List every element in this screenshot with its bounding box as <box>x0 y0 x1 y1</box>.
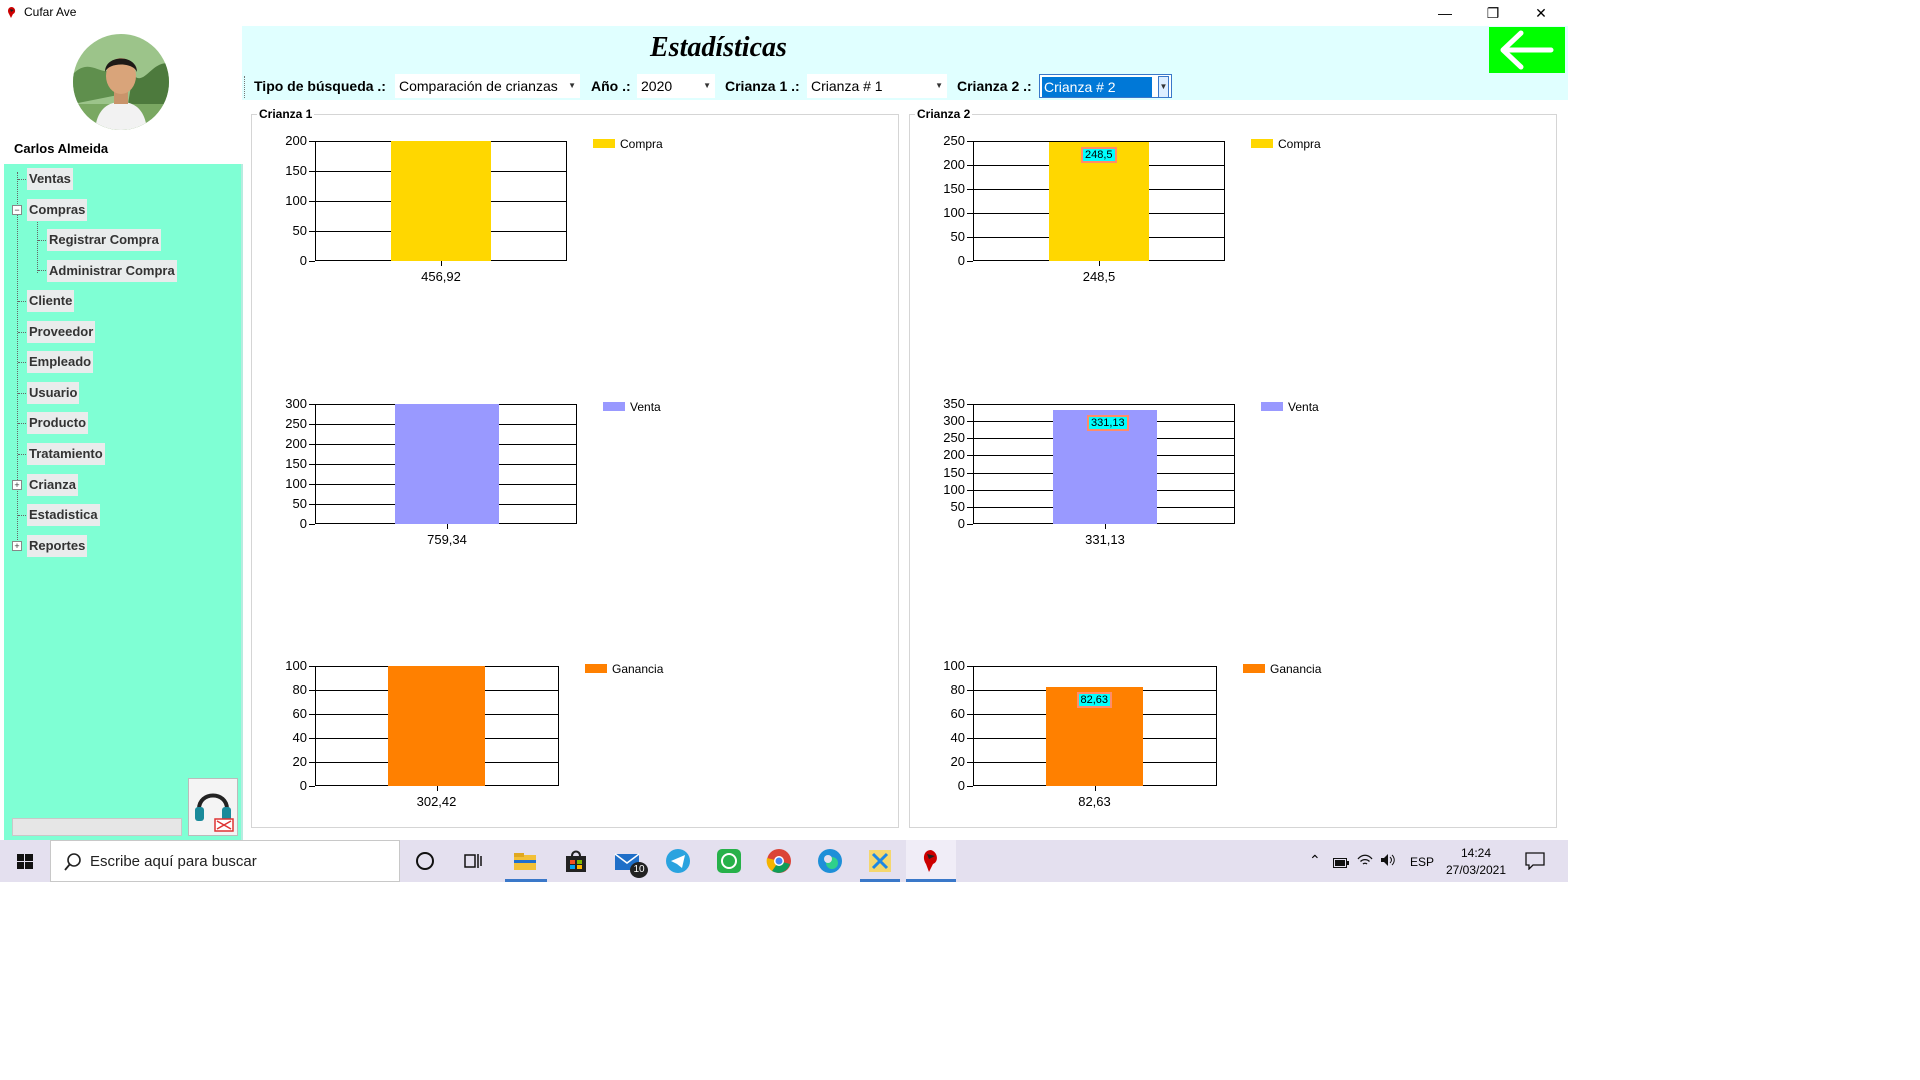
menu-item-compras[interactable]: Compras <box>27 199 88 221</box>
chevron-down-icon: ▼ <box>568 81 576 90</box>
store-icon[interactable] <box>563 848 589 874</box>
battery-icon[interactable] <box>1333 856 1349 871</box>
crianza2-select[interactable]: Crianza # 2 ▼ <box>1039 74 1172 98</box>
active-app-indicator <box>906 879 956 882</box>
active-app-indicator <box>860 879 900 882</box>
minimize-button[interactable]: — <box>1422 0 1468 26</box>
menu-item-usuario[interactable]: Usuario <box>27 382 80 404</box>
task-view-icon[interactable] <box>461 848 487 874</box>
menu-item-registrar-compra[interactable]: Registrar Compra <box>47 229 161 251</box>
windows-logo-icon <box>17 854 33 869</box>
horizontal-scrollbar[interactable] <box>12 818 182 836</box>
file-explorer-icon[interactable] <box>512 848 538 874</box>
year-select[interactable]: 2020 ▼ <box>637 74 715 98</box>
close-button[interactable]: ✕ <box>1518 0 1564 26</box>
support-button[interactable] <box>188 778 238 836</box>
crianza1-value: Crianza # 1 <box>811 78 883 94</box>
crianza1-group <box>251 114 899 828</box>
chevron-down-icon: ▼ <box>935 81 943 90</box>
edge-icon[interactable] <box>817 848 843 874</box>
expand-icon[interactable]: + <box>12 480 22 490</box>
tree-connector <box>37 219 38 273</box>
headset-icon <box>195 793 234 832</box>
crianza2-group <box>909 114 1557 828</box>
navigation-menu: Ventas − Compras Registrar Compra Admini… <box>4 164 243 840</box>
taskbar-clock[interactable]: 14:24 27/03/2021 <box>1440 845 1512 879</box>
window-title-bar: Cufar Ave — ❐ ✕ <box>0 0 1568 26</box>
page-title: Estadísticas <box>650 32 787 63</box>
search-icon <box>64 853 81 871</box>
tree-connector <box>38 240 46 241</box>
app-icon[interactable] <box>867 848 893 874</box>
tree-connector <box>18 515 26 516</box>
chevron-up-icon[interactable]: ⌃ <box>1309 852 1321 869</box>
user-name: Carlos Almeida <box>14 141 109 156</box>
collapse-icon[interactable]: − <box>12 205 22 215</box>
whatsapp-icon[interactable] <box>716 848 742 874</box>
crianza2-group-title: Crianza 2 <box>915 107 973 121</box>
window-title: Cufar Ave <box>24 5 77 19</box>
wifi-icon[interactable] <box>1357 853 1373 870</box>
tree-connector <box>17 172 18 550</box>
menu-item-cliente[interactable]: Cliente <box>27 290 75 312</box>
start-button[interactable] <box>0 840 50 882</box>
toolbar-grip <box>244 76 247 98</box>
year-value: 2020 <box>641 78 673 94</box>
cortana-icon[interactable] <box>412 848 438 874</box>
menu-item-tratamiento[interactable]: Tratamiento <box>27 443 105 465</box>
tree-connector <box>18 454 26 455</box>
tree-connector <box>18 332 26 333</box>
taskbar-search-placeholder: Escribe aquí para buscar <box>90 853 257 870</box>
volume-icon[interactable] <box>1380 853 1396 870</box>
menu-item-estadistica[interactable]: Estadistica <box>27 504 100 526</box>
mail-badge: 10 <box>630 862 648 878</box>
search-type-select[interactable]: Comparación de crianzas ▼ <box>395 74 580 98</box>
cufar-ave-icon <box>923 850 937 872</box>
active-app-indicator <box>505 879 547 882</box>
notification-icon[interactable] <box>1525 852 1545 873</box>
language-indicator[interactable]: ESP <box>1410 855 1434 869</box>
crianza1-group-title: Crianza 1 <box>257 107 315 121</box>
crianza1-select[interactable]: Crianza # 1 ▼ <box>807 74 947 98</box>
menu-item-crianza[interactable]: Crianza <box>27 474 78 496</box>
menu-item-producto[interactable]: Producto <box>27 412 89 434</box>
crianza2-label: Crianza 2 .: <box>957 78 1032 94</box>
year-label: Año .: <box>591 78 631 94</box>
tree-connector <box>18 301 26 302</box>
restore-button[interactable]: ❐ <box>1470 0 1516 26</box>
clock-time: 14:24 <box>1460 846 1492 860</box>
crianza1-label: Crianza 1 .: <box>725 78 800 94</box>
tree-connector <box>18 179 26 180</box>
user-avatar <box>73 34 169 130</box>
crianza2-value: Crianza # 2 <box>1042 77 1152 97</box>
telegram-icon[interactable] <box>665 848 691 874</box>
tree-connector <box>18 362 26 363</box>
tree-connector <box>38 270 46 271</box>
menu-item-ventas[interactable]: Ventas <box>27 168 73 190</box>
search-type-label: Tipo de búsqueda .: <box>254 78 386 94</box>
clock-date: 27/03/2021 <box>1445 863 1507 877</box>
cufar-ave-taskbar-button[interactable] <box>906 840 956 882</box>
expand-icon[interactable]: + <box>12 541 22 551</box>
arrow-left-icon <box>1500 30 1554 70</box>
back-button[interactable] <box>1489 27 1565 73</box>
menu-item-empleado[interactable]: Empleado <box>27 351 94 373</box>
menu-item-administrar-compra[interactable]: Administrar Compra <box>47 260 177 282</box>
chevron-down-icon: ▼ <box>703 81 711 90</box>
tree-connector <box>18 423 26 424</box>
app-logo-icon <box>8 7 16 18</box>
chrome-icon[interactable] <box>766 848 792 874</box>
menu-item-proveedor[interactable]: Proveedor <box>27 321 96 343</box>
tree-connector <box>18 393 26 394</box>
chevron-down-icon[interactable]: ▼ <box>1158 76 1169 98</box>
menu-item-reportes[interactable]: Reportes <box>27 535 88 557</box>
search-type-value: Comparación de crianzas <box>399 78 558 94</box>
